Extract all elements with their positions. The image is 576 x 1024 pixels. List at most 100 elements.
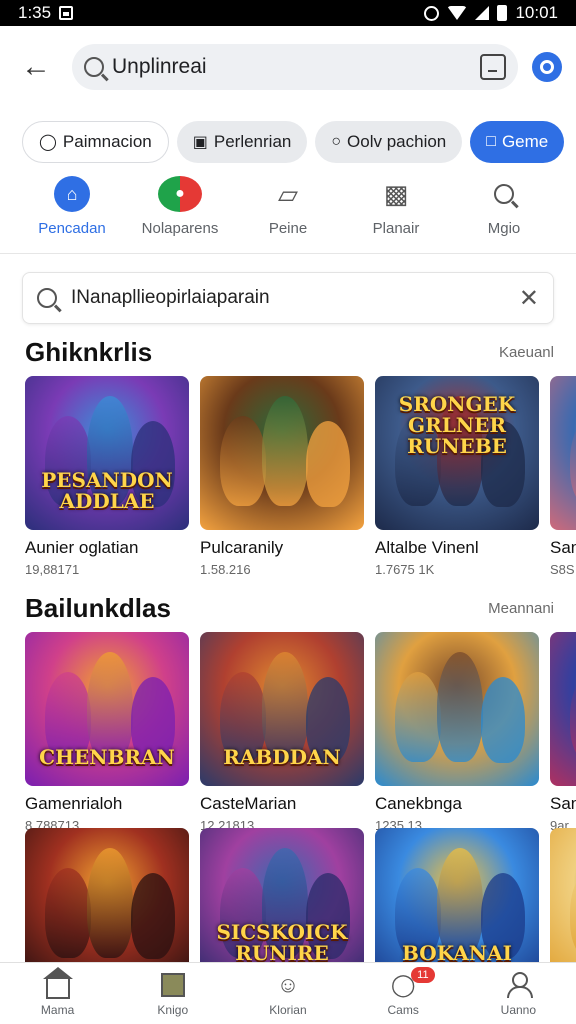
search-input[interactable]: Unplinreai bbox=[112, 55, 472, 79]
card-row: CHENBRAN Gamenrialoh 8,788713 RABDDAN CasteM… bbox=[25, 632, 576, 833]
search-icon bbox=[37, 288, 57, 308]
character-figure bbox=[481, 677, 525, 763]
account-avatar[interactable] bbox=[532, 52, 562, 82]
game-card[interactable]: SICSKOICK RUNIRE bbox=[200, 828, 364, 982]
search-icon bbox=[84, 57, 104, 77]
game-card[interactable]: Canekbnga 1235 13 bbox=[375, 632, 539, 833]
category-row: ⌂ Pencadan ● Nolaparens ▱ Peine ▩ Planai… bbox=[0, 172, 576, 254]
game-thumbnail[interactable]: PESANDON ADDLAE bbox=[25, 376, 189, 530]
game-art-title: RABDDAN bbox=[223, 745, 341, 769]
game-card[interactable]: San 9ar bbox=[550, 632, 576, 833]
section-title: Ghiknkrlis bbox=[25, 336, 153, 367]
nav-label: Cams bbox=[387, 1002, 419, 1017]
chip-1[interactable]: ▣ Perlenrian bbox=[176, 121, 308, 163]
game-thumbnail[interactable] bbox=[25, 828, 189, 982]
game-card[interactable] bbox=[25, 828, 189, 982]
game-title: Gamenrialoh bbox=[25, 794, 123, 813]
game-thumbnail[interactable]: SICSKOICK RUNIRE bbox=[200, 828, 364, 982]
game-thumbnail[interactable] bbox=[550, 828, 576, 982]
category-1[interactable]: ● Nolaparens bbox=[132, 176, 228, 253]
status-clock: 10:01 bbox=[515, 3, 558, 22]
status-time: 1:35 bbox=[18, 3, 52, 22]
card-row: PESANDON ADDLAE Aunier oglatian 19,88171 Pu… bbox=[25, 376, 576, 577]
game-card[interactable]: CHENBRAN Gamenrialoh 8,788713 bbox=[25, 632, 189, 833]
game-thumbnail[interactable]: CHENBRAN bbox=[25, 632, 189, 786]
game-thumbnail[interactable]: SRONGEK GRLNER RUNEBE bbox=[375, 376, 539, 530]
category-3[interactable]: ▩ Planair bbox=[348, 176, 444, 253]
bottom-nav: Mama Knigo ☺ Klorian ◯ 11 Cams Uanno bbox=[0, 962, 576, 1024]
card-row: SICSKOICK RUNIRE BOKANAI bbox=[25, 828, 576, 982]
character-figure bbox=[570, 672, 576, 762]
character-figure bbox=[570, 868, 576, 958]
game-thumbnail[interactable] bbox=[550, 632, 576, 786]
category-2[interactable]: ▱ Peine bbox=[240, 176, 336, 253]
game-thumbnail[interactable] bbox=[375, 632, 539, 786]
game-card[interactable]: PESANDON ADDLAE Aunier oglatian 19,88171 bbox=[25, 376, 189, 577]
character-figure bbox=[570, 416, 576, 506]
game-card[interactable]: BOKANAI bbox=[375, 828, 539, 982]
character-figure bbox=[437, 652, 483, 762]
filter-input[interactable]: INanapllieopirlaiaparain bbox=[71, 287, 505, 309]
game-title: Pulcaranily bbox=[200, 538, 284, 557]
wifi-icon bbox=[447, 6, 468, 20]
see-more-link[interactable]: Kaeuanl bbox=[499, 344, 554, 361]
character-figure bbox=[45, 868, 91, 958]
search-header: ← Unplinreai bbox=[0, 26, 576, 108]
chip-label: Paimnacion bbox=[62, 132, 152, 151]
nav-item-profile[interactable]: Uanno bbox=[468, 971, 568, 1017]
category-0[interactable]: ⌂ Pencadan bbox=[24, 176, 120, 253]
game-card[interactable]: Pulcaranily 1.58.216 bbox=[200, 376, 364, 577]
content-section: SICSKOICK RUNIRE BOKANAI bbox=[0, 828, 576, 982]
character-figure bbox=[306, 421, 350, 507]
close-icon[interactable]: ✕ bbox=[519, 284, 539, 313]
game-art-title: SRONGEK GRLNER RUNEBE bbox=[398, 392, 516, 458]
back-arrow-icon[interactable]: ← bbox=[14, 45, 58, 89]
game-thumbnail[interactable] bbox=[550, 376, 576, 530]
game-title: CasteMarian bbox=[200, 794, 297, 813]
see-more-link[interactable]: Meannani bbox=[488, 600, 554, 617]
gamepad-icon: ○ bbox=[331, 133, 342, 150]
bag-icon: ▱ bbox=[278, 178, 298, 209]
game-card[interactable]: SRONGEK GRLNER RUNEBE Altalbe Vinenl 1.767… bbox=[375, 376, 539, 577]
nav-label: Mama bbox=[40, 1002, 75, 1017]
content-section: Ghiknkrlis Kaeuanl PESANDON ADDLAE Aunier o… bbox=[0, 330, 576, 577]
chat-bubble-icon: ◯ bbox=[39, 134, 57, 151]
nav-item-chat[interactable]: ◯ 11 Cams bbox=[353, 966, 453, 1017]
character-figure bbox=[220, 416, 266, 506]
chip-3[interactable]: □ Geme bbox=[470, 121, 565, 163]
game-card[interactable] bbox=[550, 828, 576, 982]
category-label: Nolaparens bbox=[141, 220, 219, 237]
games-icon: ☺ bbox=[276, 971, 300, 997]
apps-badge-icon: ● bbox=[158, 176, 202, 212]
game-title: San bbox=[550, 794, 576, 813]
device-icon: ▩ bbox=[383, 178, 409, 209]
game-thumbnail[interactable]: RABDDAN bbox=[200, 632, 364, 786]
game-card[interactable]: RABDDAN CasteMarian 12,21813 bbox=[200, 632, 364, 833]
nav-item-apps[interactable]: Knigo bbox=[123, 971, 223, 1017]
game-thumbnail[interactable]: BOKANAI bbox=[375, 828, 539, 982]
game-title: Altalbe Vinenl bbox=[375, 538, 479, 557]
category-4[interactable]: Mgio bbox=[456, 176, 552, 253]
screen-icon: ▣ bbox=[192, 134, 208, 151]
nav-item-games[interactable]: ☺ Klorian bbox=[238, 971, 338, 1017]
nav-item-home[interactable]: Mama bbox=[8, 966, 108, 1017]
chip-2[interactable]: ○ Oolv pachion bbox=[315, 121, 463, 163]
apps-icon bbox=[159, 971, 187, 999]
game-card[interactable]: San S8S bbox=[550, 376, 576, 577]
notification-icon bbox=[59, 6, 74, 20]
game-title: Aunier oglatian bbox=[25, 538, 139, 557]
game-art-title: SICSKOICK RUNIRE bbox=[216, 920, 348, 965]
category-label: Mgio bbox=[487, 220, 521, 237]
game-thumbnail[interactable] bbox=[200, 376, 364, 530]
filter-search-box[interactable]: INanapllieopirlaiaparain ✕ bbox=[22, 272, 554, 324]
chip-0[interactable]: ◯ Paimnacion bbox=[22, 121, 169, 163]
character-figure bbox=[87, 848, 133, 958]
notification-badge: 11 bbox=[411, 966, 435, 983]
search-bar[interactable]: Unplinreai bbox=[72, 44, 518, 90]
filter-chips: ◯ Paimnacion ▣ Perlenrian ○ Oolv pachion… bbox=[0, 108, 576, 172]
section-header: Ghiknkrlis Kaeuanl bbox=[25, 330, 576, 374]
chip-label: Perlenrian bbox=[213, 132, 292, 151]
search-icon bbox=[486, 176, 522, 212]
battery-icon bbox=[497, 5, 508, 21]
voice-search-icon[interactable] bbox=[480, 54, 506, 80]
